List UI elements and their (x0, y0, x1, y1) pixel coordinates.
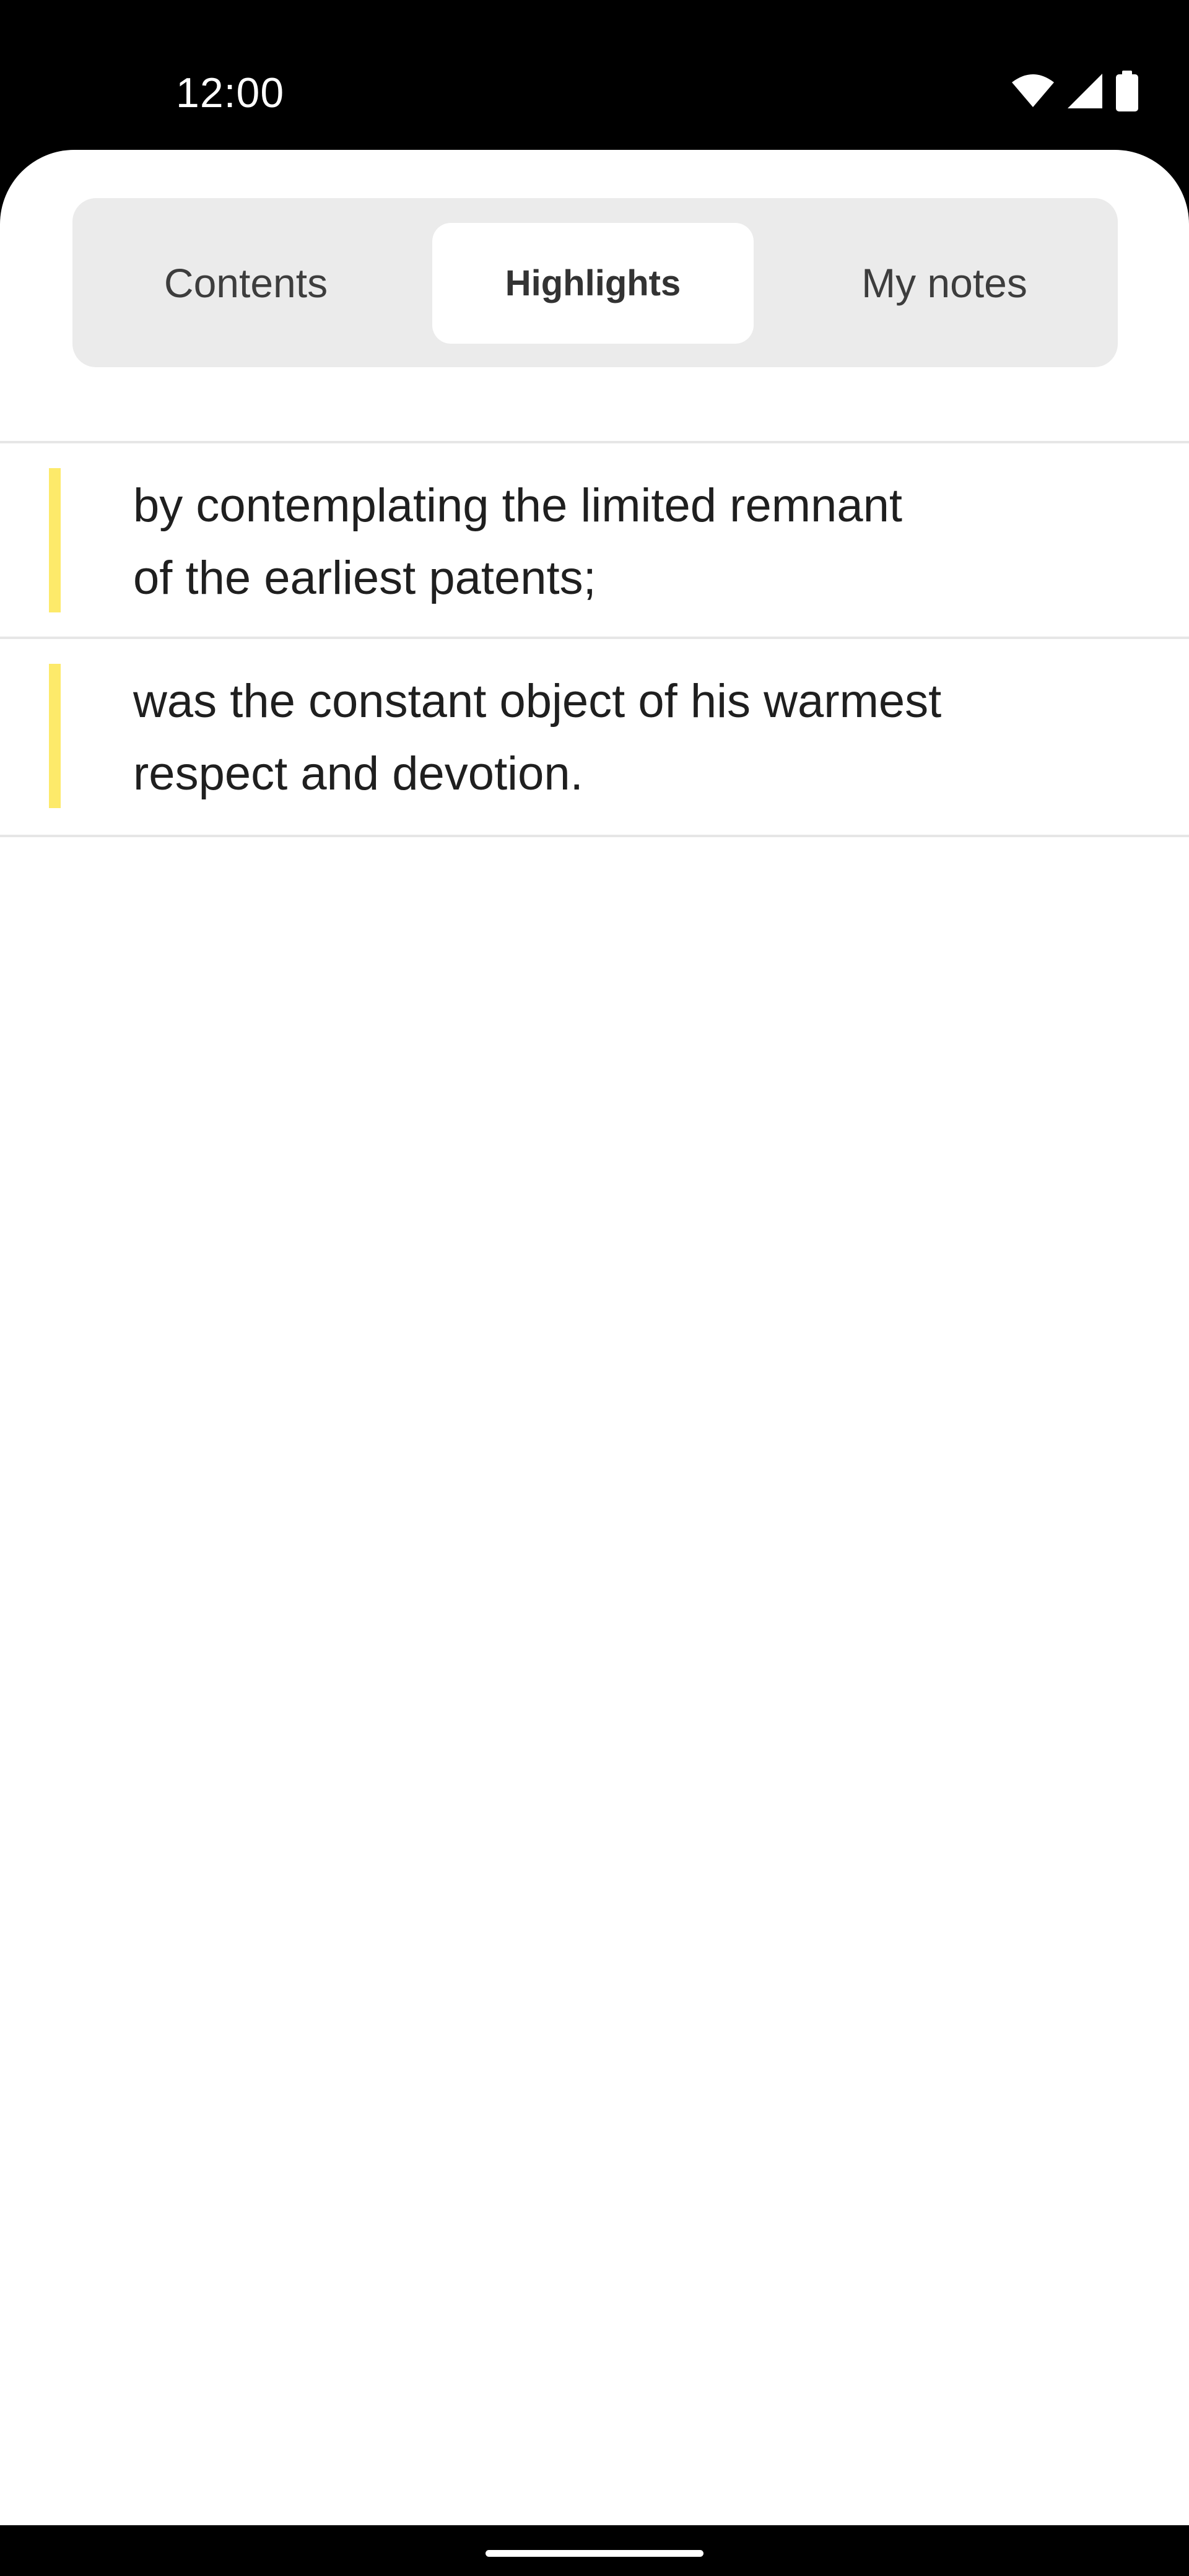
navigation-bar (0, 2525, 1189, 2576)
highlight-text: was the constant object of his warmest r… (133, 675, 942, 800)
tab-highlights[interactable]: Highlights (432, 223, 754, 344)
highlight-item[interactable]: by contemplating the limited remnant of … (0, 443, 1189, 637)
status-icons (1011, 69, 1139, 113)
tab-contents[interactable]: Contents (72, 198, 419, 367)
status-time: 12:00 (176, 69, 285, 116)
battery-icon (1115, 71, 1139, 111)
tab-my-notes[interactable]: My notes (771, 198, 1118, 367)
wifi-icon (1011, 74, 1055, 108)
divider (0, 835, 1189, 837)
highlight-color-bar (49, 664, 61, 808)
screen: 12:00 Contents Highlights My notes by co… (0, 0, 1189, 2576)
status-bar: 12:00 (0, 0, 1189, 167)
highlight-color-bar (49, 468, 61, 612)
tab-selector: Contents Highlights My notes (72, 198, 1118, 367)
cellular-signal-icon (1066, 72, 1104, 110)
highlight-text: by contemplating the limited remnant of … (133, 479, 902, 604)
highlight-item[interactable]: was the constant object of his warmest r… (0, 639, 1189, 832)
home-gesture-handle[interactable] (486, 2550, 703, 2557)
